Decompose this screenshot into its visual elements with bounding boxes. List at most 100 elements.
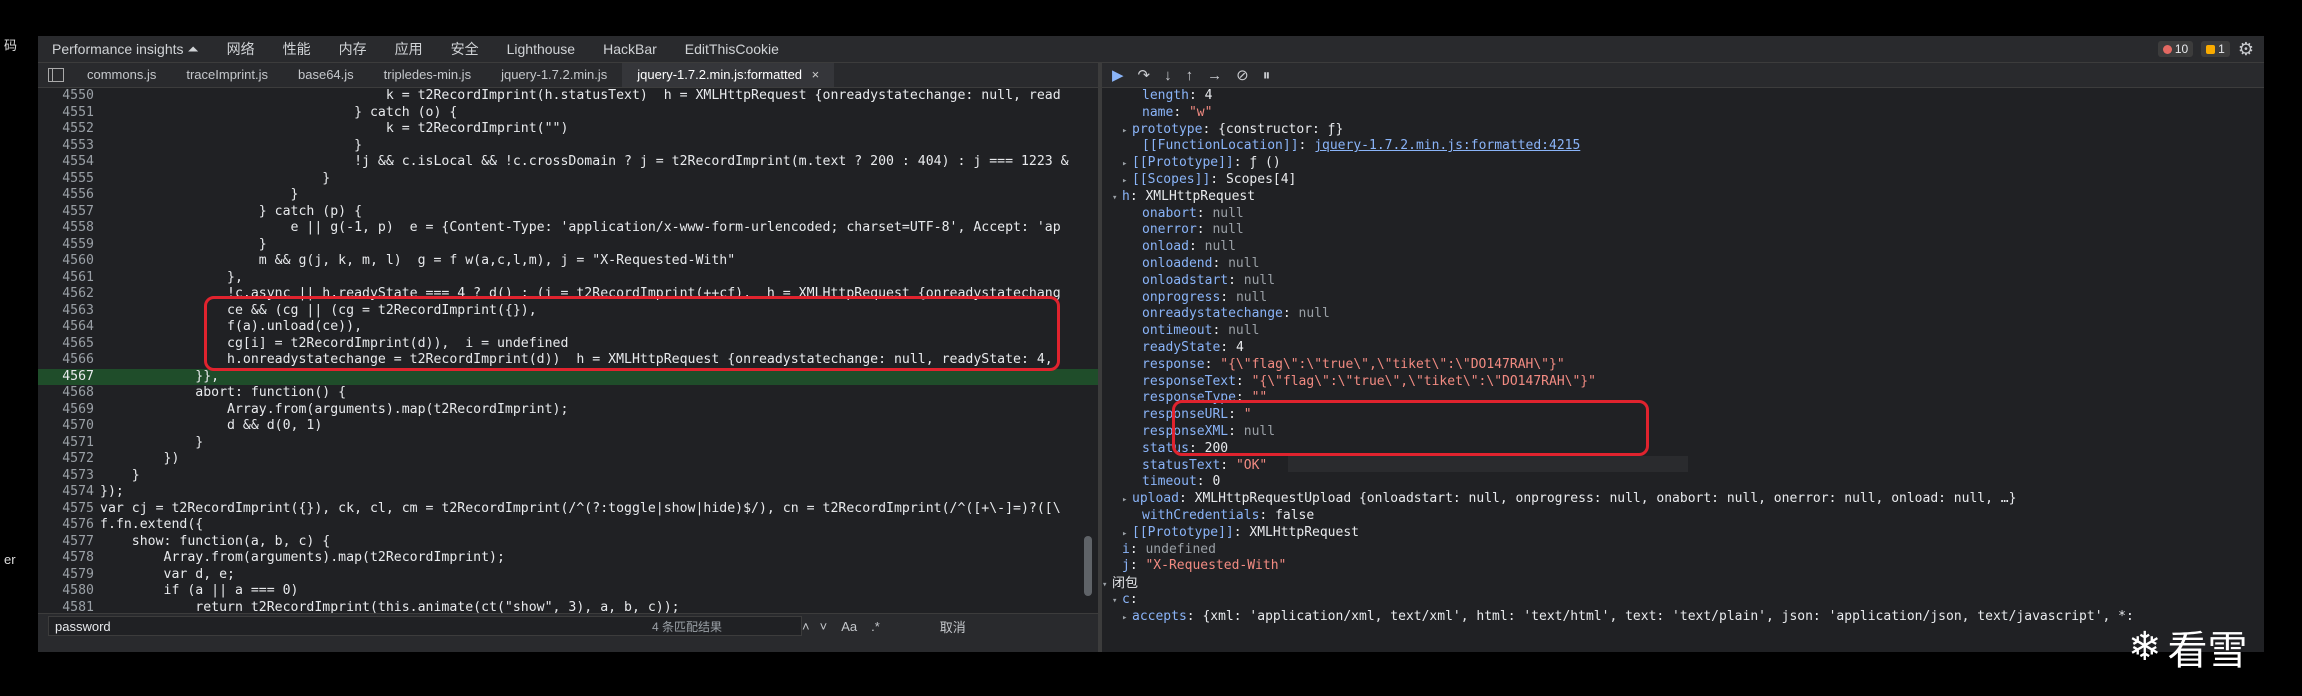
- line-number[interactable]: 4573: [38, 468, 94, 485]
- collapsed-arrow-icon[interactable]: ▸: [1122, 123, 1132, 140]
- tab-memory[interactable]: 内存: [325, 39, 381, 59]
- line-number[interactable]: 4564: [38, 319, 94, 336]
- tab-application[interactable]: 应用: [381, 39, 437, 59]
- line-number[interactable]: 4560: [38, 253, 94, 270]
- editor-scrollbar[interactable]: [1084, 96, 1092, 626]
- step-into-icon[interactable]: ↓: [1164, 67, 1172, 84]
- code-line[interactable]: 4568 abort: function() {: [38, 385, 1098, 402]
- code-line[interactable]: 4578 Array.from(arguments).map(t2RecordI…: [38, 550, 1098, 567]
- line-number[interactable]: 4561: [38, 270, 94, 287]
- deactivate-breakpoints-icon[interactable]: ⊘: [1236, 66, 1249, 84]
- code-line[interactable]: 4556 }: [38, 187, 1098, 204]
- file-tab-traceimprint[interactable]: traceImprint.js: [171, 63, 283, 87]
- scope-property[interactable]: ▸ upload: XMLHttpRequestUpload {onloadsta…: [1102, 491, 2264, 508]
- code-line[interactable]: 4579 var d, e;: [38, 567, 1098, 584]
- scope-property[interactable]: ▸ [[Scopes]]: Scopes[4]: [1102, 172, 2264, 189]
- step-icon[interactable]: →: [1207, 67, 1222, 84]
- tab-performance-insights[interactable]: Performance insights ⏶: [38, 41, 213, 58]
- code-line[interactable]: 4554 !j && c.isLocal && !c.crossDomain ?…: [38, 154, 1098, 171]
- scope-property[interactable]: ▸ [[Prototype]]: ƒ (): [1102, 155, 2264, 172]
- line-number[interactable]: 4571: [38, 435, 94, 452]
- line-number[interactable]: 4555: [38, 171, 94, 188]
- line-number[interactable]: 4559: [38, 237, 94, 254]
- line-number[interactable]: 4562: [38, 286, 94, 303]
- file-tab-jquery-formatted[interactable]: jquery-1.7.2.min.js:formatted ×: [622, 63, 835, 87]
- scope-property[interactable]: ▸ prototype: {constructor: ƒ}: [1102, 122, 2264, 139]
- scrollbar-thumb[interactable]: [1084, 536, 1092, 596]
- line-number[interactable]: 4557: [38, 204, 94, 221]
- line-number[interactable]: 4551: [38, 105, 94, 122]
- code-line[interactable]: 4577 show: function(a, b, c) {: [38, 534, 1098, 551]
- file-tab-commons[interactable]: commons.js: [72, 63, 171, 87]
- step-over-icon[interactable]: ↷: [1138, 66, 1151, 84]
- collapsed-arrow-icon[interactable]: ▸: [1122, 156, 1132, 173]
- expanded-arrow-icon[interactable]: ▾: [1112, 593, 1122, 610]
- code-line[interactable]: 4553 }: [38, 138, 1098, 155]
- expanded-arrow-icon[interactable]: ▾: [1112, 190, 1122, 207]
- code-line[interactable]: 4559 }: [38, 237, 1098, 254]
- line-number[interactable]: 4569: [38, 402, 94, 419]
- scope-property[interactable]: ▾ c:: [1102, 592, 2264, 609]
- line-number[interactable]: 4579: [38, 567, 94, 584]
- tab-lighthouse[interactable]: Lighthouse: [493, 41, 590, 57]
- prev-match-icon[interactable]: ˄: [802, 619, 810, 634]
- tab-hackbar[interactable]: HackBar: [589, 41, 671, 57]
- tab-performance[interactable]: 性能: [269, 39, 325, 59]
- collapsed-arrow-icon[interactable]: ▸: [1122, 526, 1132, 543]
- code-line[interactable]: 4570 d && d(0, 1): [38, 418, 1098, 435]
- scope-property[interactable]: ▸ [[Prototype]]: XMLHttpRequest: [1102, 525, 2264, 542]
- line-number[interactable]: 4576: [38, 517, 94, 534]
- code-line[interactable]: 4560 m && g(j, k, m, l) g = f w(a,c,l,m)…: [38, 253, 1098, 270]
- line-number[interactable]: 4574: [38, 484, 94, 501]
- code-line[interactable]: 4574});: [38, 484, 1098, 501]
- code-line[interactable]: 4552 k = t2RecordImprint(""): [38, 121, 1098, 138]
- tab-editthiscookie[interactable]: EditThisCookie: [671, 41, 793, 57]
- scope-property[interactable]: ▸ accepts: {xml: 'application/xml, text/x…: [1102, 609, 2264, 626]
- file-tab-tripledes[interactable]: tripledes-min.js: [369, 63, 486, 87]
- code-line[interactable]: 4551 } catch (o) {: [38, 105, 1098, 122]
- code-line[interactable]: 4576 f.fn.extend({: [38, 517, 1098, 534]
- source-link[interactable]: jquery-1.7.2.min.js:formatted:4215: [1314, 138, 1580, 153]
- resume-icon[interactable]: ▶: [1112, 66, 1124, 84]
- next-match-icon[interactable]: ˅: [820, 619, 828, 634]
- line-number[interactable]: 4567: [38, 369, 94, 386]
- line-number[interactable]: 4552: [38, 121, 94, 138]
- code-line[interactable]: 4555 }: [38, 171, 1098, 188]
- warning-count-badge[interactable]: 1: [2201, 41, 2230, 57]
- line-number[interactable]: 4553: [38, 138, 94, 155]
- collapsed-arrow-icon[interactable]: ▸: [1122, 173, 1132, 190]
- code-line[interactable]: 4575 var cj = t2RecordImprint({}), ck, cl…: [38, 501, 1098, 518]
- line-number[interactable]: 4570: [38, 418, 94, 435]
- scope-section-header[interactable]: ▾ 闭包: [1102, 575, 2264, 592]
- line-number[interactable]: 4550: [38, 88, 94, 105]
- regex-button[interactable]: .*: [871, 619, 880, 634]
- line-number[interactable]: 4558: [38, 220, 94, 237]
- code-line[interactable]: 4557 } catch (p) {: [38, 204, 1098, 221]
- line-number[interactable]: 4568: [38, 385, 94, 402]
- line-number[interactable]: 4575: [38, 501, 94, 518]
- file-tab-jquery[interactable]: jquery-1.7.2.min.js: [486, 63, 622, 87]
- code-line[interactable]: 4558 e || g(-1, p) e = {Content-Type: 'a…: [38, 220, 1098, 237]
- pause-on-exceptions-icon[interactable]: ⏸: [1263, 67, 1271, 84]
- close-tab-icon[interactable]: ×: [812, 67, 820, 82]
- tab-security[interactable]: 安全: [437, 39, 493, 59]
- line-number[interactable]: 4563: [38, 303, 94, 320]
- line-number[interactable]: 4565: [38, 336, 94, 353]
- scope-property[interactable]: ▾ h: XMLHttpRequest: [1102, 189, 2264, 206]
- code-line[interactable]: 4572 }): [38, 451, 1098, 468]
- step-out-icon[interactable]: ↑: [1186, 67, 1194, 84]
- line-number[interactable]: 4578: [38, 550, 94, 567]
- settings-gear-icon[interactable]: ⚙: [2238, 39, 2254, 60]
- cancel-search-button[interactable]: 取消: [940, 617, 966, 636]
- code-line[interactable]: 4561 },: [38, 270, 1098, 287]
- code-line[interactable]: 4571 }: [38, 435, 1098, 452]
- line-number[interactable]: 4566: [38, 352, 94, 369]
- code-line[interactable]: 4550 k = t2RecordImprint(h.statusText) h…: [38, 88, 1098, 105]
- line-number[interactable]: 4577: [38, 534, 94, 551]
- line-number[interactable]: 4554: [38, 154, 94, 171]
- collapsed-arrow-icon[interactable]: ▸: [1122, 492, 1132, 509]
- line-number[interactable]: 4556: [38, 187, 94, 204]
- tab-network[interactable]: 网络: [213, 39, 269, 59]
- error-count-badge[interactable]: 10: [2157, 41, 2194, 57]
- line-number[interactable]: 4572: [38, 451, 94, 468]
